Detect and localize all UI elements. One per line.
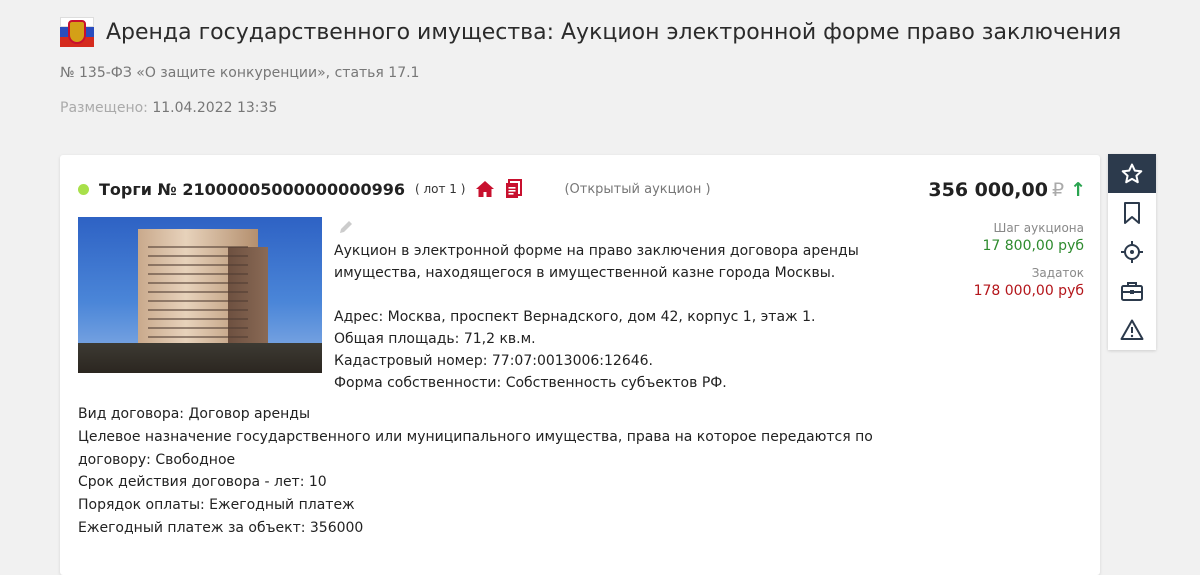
page-title: Аренда государственного имущества: Аукци… <box>106 19 1122 45</box>
detail-line: Вид договора: Договор аренды <box>78 406 310 422</box>
lot-description: Аукцион в электронной форме на право зак… <box>334 240 894 394</box>
briefcase-button[interactable] <box>1108 271 1156 310</box>
deposit-label: Задаток <box>1031 266 1084 280</box>
house-icon[interactable] <box>475 180 495 198</box>
arrow-up-icon: ↑ <box>1070 179 1086 201</box>
step-label: Шаг аукциона <box>993 221 1084 235</box>
auction-type: (Открытый аукцион ) <box>564 181 711 197</box>
star-icon <box>1121 163 1143 183</box>
document-icon[interactable] <box>505 179 523 199</box>
lot-label: ( лот 1 ) <box>414 182 466 196</box>
favorite-button[interactable] <box>1108 154 1156 193</box>
russia-emblem-icon <box>60 17 94 47</box>
area-line: Общая площадь: 71,2 кв.м. <box>334 331 536 347</box>
bookmark-button[interactable] <box>1108 193 1156 232</box>
side-toolbar <box>1108 154 1156 350</box>
lot-card: Торги № 21000005000000000996 ( лот 1 ) (… <box>60 155 1100 575</box>
briefcase-icon <box>1121 281 1143 301</box>
deposit-value: 178 000,00 руб <box>973 283 1084 299</box>
description-line: Аукцион в электронной форме на право зак… <box>334 243 859 259</box>
auction-terms: Шаг аукциона 17 800,00 руб Задаток 178 0… <box>974 221 1084 299</box>
posted-label: Размещено: <box>60 100 148 116</box>
page-header: Аренда государственного имущества: Аукци… <box>60 17 1121 47</box>
step-value: 17 800,00 руб <box>982 238 1084 254</box>
posted-date: Размещено: 11.04.2022 13:35 <box>60 100 277 116</box>
ruble-icon: ₽ <box>1051 179 1065 201</box>
lot-header: Торги № 21000005000000000996 ( лот 1 ) (… <box>78 179 711 199</box>
lot-details: Вид договора: Договор аренды Целевое наз… <box>78 403 938 540</box>
target-button[interactable] <box>1108 232 1156 271</box>
start-price: 356 000,00 ₽ ↑ <box>928 179 1086 201</box>
status-dot <box>78 183 89 195</box>
detail-line: Порядок оплаты: Ежегодный платеж <box>78 497 355 514</box>
detail-line: Срок действия договора - лет: 10 <box>78 474 327 491</box>
address-line: Адрес: Москва, проспект Вернадского, дом… <box>334 309 816 325</box>
target-icon <box>1121 240 1143 263</box>
ownership-line: Форма собственности: Собственность субъе… <box>334 375 727 391</box>
warning-icon <box>1120 319 1144 340</box>
posted-value: 11.04.2022 13:35 <box>152 100 278 116</box>
property-photo[interactable] <box>78 217 322 373</box>
price-amount: 356 000,00 <box>928 179 1048 201</box>
detail-line: Ежегодный платеж за объект: 356000 <box>78 519 364 536</box>
bookmark-icon <box>1124 201 1140 224</box>
report-button[interactable] <box>1108 310 1156 349</box>
law-subtitle: № 135-ФЗ «О защите конкуренции», статья … <box>60 65 420 81</box>
torgi-number[interactable]: Торги № 21000005000000000996 <box>99 180 405 199</box>
detail-line: Целевое назначение государственного или … <box>78 428 873 445</box>
detail-line: договору: Свободное <box>78 451 236 468</box>
pencil-icon[interactable] <box>338 219 354 235</box>
description-line: имущества, находящегося в имущественной … <box>334 265 836 281</box>
cadastral-line: Кадастровый номер: 77:07:0013006:12646. <box>334 353 653 369</box>
